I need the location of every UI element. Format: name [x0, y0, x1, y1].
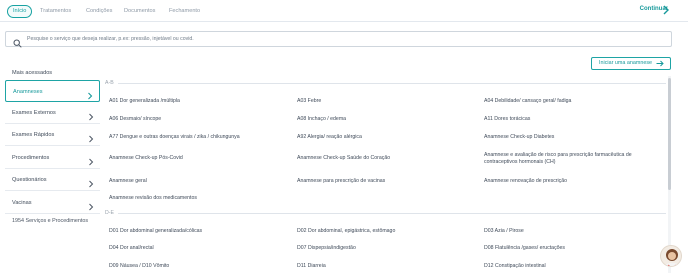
service-item[interactable]: Anamnese geral [109, 178, 147, 185]
service-item[interactable]: A06 Desmaio/ síncope [109, 116, 161, 123]
top-nav: Início Tratamentos Condições Documentos … [0, 0, 688, 22]
search-placeholder: Pesquise o serviço que deseja realizar, … [27, 36, 194, 42]
service-item[interactable]: A03 Febre [297, 98, 321, 105]
service-item[interactable]: Anamnese revisão dos medicamentos [109, 195, 197, 202]
section-label: A-B [105, 80, 114, 86]
service-item[interactable]: D02 Dor abdominal, epigástrica, estômago [297, 228, 395, 235]
chevron-right-icon [88, 199, 94, 211]
service-item[interactable]: D11 Diarreia [297, 263, 326, 270]
service-item[interactable]: Anamnese Check-up Diabetes [484, 134, 554, 141]
tab-condicoes[interactable]: Condições [86, 5, 112, 18]
sidebar-item-vacinas[interactable]: Vacinas [5, 192, 100, 214]
sidebar-item-label: Mais acessados [12, 70, 53, 76]
tab-tratamentos[interactable]: Tratamentos [40, 5, 71, 18]
service-item[interactable]: A11 Dores torácicas [484, 116, 530, 123]
chevron-right-icon [88, 131, 94, 143]
sidebar-item-exames-externos[interactable]: Exames Externos [5, 102, 100, 124]
sidebar-item-label: Questionários [12, 177, 47, 183]
service-item[interactable]: Anamnese renovação de prescrição [484, 178, 567, 185]
start-anamnese-label: Iniciar uma anamnese [599, 60, 653, 66]
search-input[interactable]: Pesquise o serviço que deseja realizar, … [5, 31, 672, 48]
sidebar-item-anamneses[interactable]: Anamneses [5, 80, 100, 102]
sidebar-item-label: Exames Rápidos [12, 132, 55, 138]
service-item[interactable]: D01 Dor abdominal generalizada/cólicas [109, 228, 202, 235]
sidebar-item-label: Anamneses [13, 89, 43, 95]
start-anamnese-button[interactable]: Iniciar uma anamnese [591, 57, 671, 70]
service-item[interactable]: A08 Inchaço / edema [297, 116, 346, 123]
service-item[interactable]: Anamnese e avaliação de risco para presc… [484, 152, 664, 166]
service-item[interactable]: D04 Dor anal/rectal [109, 245, 154, 252]
service-item[interactable]: D09 Náusea / D10 Vômito [109, 263, 169, 270]
chevron-right-icon[interactable] [662, 4, 670, 16]
sidebar-item-label: Vacinas [12, 200, 32, 206]
section-divider [118, 213, 666, 214]
chevron-right-icon [87, 88, 93, 100]
service-item[interactable]: Anamnese Check-up Pós-Covid [109, 155, 183, 162]
service-item[interactable]: A92 Alergia/ reação alérgica [297, 134, 362, 141]
service-item[interactable]: A77 Dengue e outras doenças virais / zik… [109, 134, 240, 141]
chevron-right-icon [88, 154, 94, 166]
service-item[interactable]: D03 Azia / Pirose [484, 228, 524, 235]
section-label: D-E [105, 210, 114, 216]
service-item[interactable]: Anamnese para prescrição de vacinas [297, 178, 385, 185]
tab-documentos[interactable]: Documentos [124, 5, 155, 18]
chevron-right-icon [88, 176, 94, 188]
services-count: 1954 Serviços e Procedimentos [12, 218, 89, 224]
sidebar-item-label: Procedimentos [12, 155, 50, 161]
service-item[interactable]: A01 Dor generalizada /múltipla [109, 98, 180, 105]
sidebar-item-label: Exames Externos [12, 110, 56, 116]
person-icon [664, 249, 680, 266]
scrollbar-thumb[interactable] [668, 78, 671, 190]
tab-inicio[interactable]: Início [7, 5, 33, 18]
section-divider [118, 83, 666, 84]
sidebar-item-procedimentos[interactable]: Procedimentos [5, 147, 100, 169]
tab-fechamento[interactable]: Fechamento [169, 5, 200, 18]
service-item[interactable]: D07 Dispepsia/indigestão [297, 245, 356, 252]
service-item[interactable]: D08 Flatulência /gases/ eructações [484, 245, 565, 252]
support-chat-avatar[interactable] [660, 245, 682, 267]
search-icon [13, 35, 22, 48]
sidebar-item-questionarios[interactable]: Questionários [5, 169, 100, 191]
chevron-right-icon [88, 109, 94, 121]
service-item[interactable]: A04 Debilidade/ cansaço geral/ fadiga [484, 98, 571, 105]
service-item[interactable]: Anamnese Check-up Saúde do Coração [297, 155, 390, 162]
arrow-right-icon [656, 60, 664, 67]
service-item[interactable]: D12 Constipação intestinal [484, 263, 546, 270]
sidebar-item-exames-rapidos[interactable]: Exames Rápidos [5, 124, 100, 146]
